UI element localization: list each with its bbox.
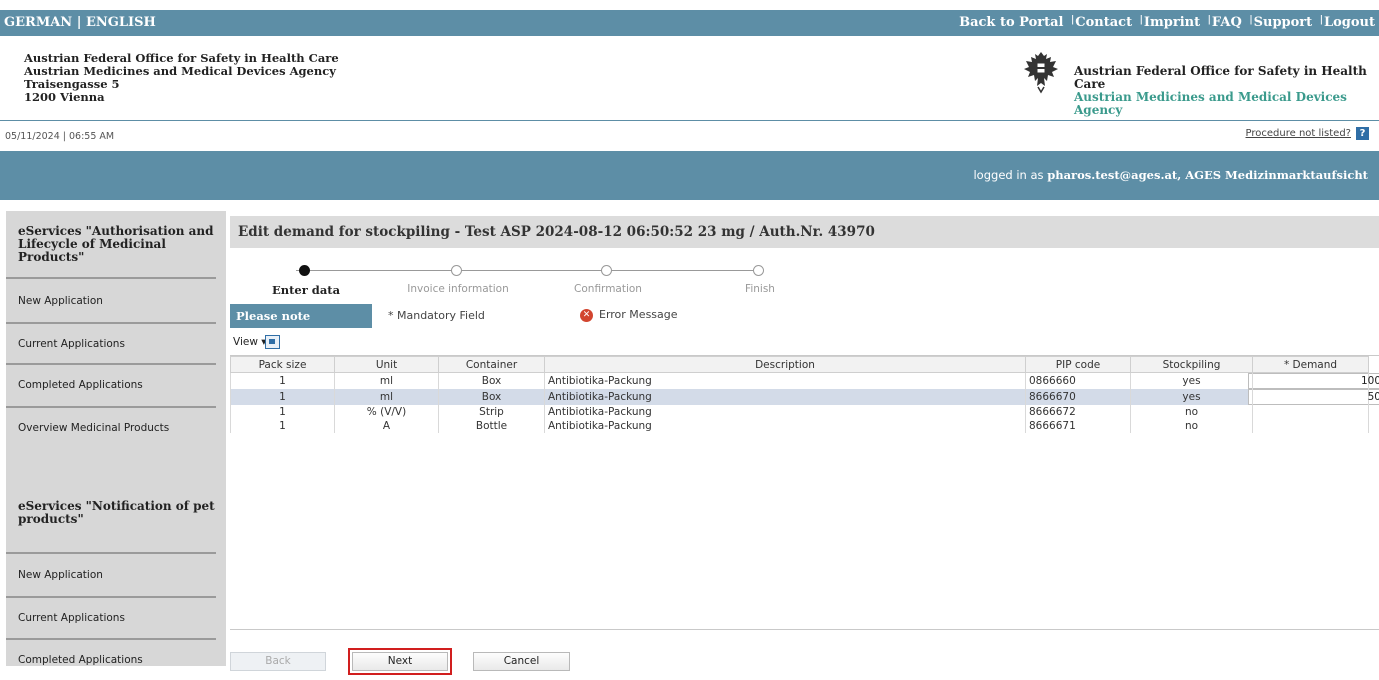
products-table: Pack size Unit Container Description PIP… bbox=[230, 356, 1379, 433]
error-icon: ✕ bbox=[580, 308, 593, 322]
sidebar-item-completed-applications-pet[interactable]: Completed Applications bbox=[6, 640, 220, 680]
sidebar-item-completed-applications[interactable]: Completed Applications bbox=[6, 365, 220, 405]
sidebar-group-pet-products: eServices "Notification of pet products" bbox=[18, 499, 215, 526]
wizard-step-invoice-information: Invoice information bbox=[407, 283, 509, 295]
wizard-step-dot-finish bbox=[753, 265, 764, 276]
page-title: Edit demand for stockpiling - Test ASP 2… bbox=[230, 216, 1379, 248]
wizard-step-enter-data: Enter data bbox=[271, 283, 341, 297]
wizard-step-confirmation: Confirmation bbox=[574, 283, 642, 295]
logged-in-info: logged in as pharos.test@ages.at, AGES M… bbox=[973, 168, 1368, 182]
sidebar-item-overview-medicinal-products[interactable]: Overview Medicinal Products bbox=[6, 408, 220, 448]
demand-cell-empty bbox=[1252, 419, 1369, 433]
mandatory-field-legend: * Mandatory Field bbox=[388, 309, 485, 322]
cancel-button[interactable]: Cancel bbox=[473, 652, 570, 671]
table-row[interactable]: 1 ml Box Antibiotika-Packung 0866660 yes bbox=[230, 372, 1379, 389]
date-row: 05/11/2024 | 06:55 AM Procedure not list… bbox=[0, 121, 1379, 151]
agency-name: Austrian Federal Office for Safety in He… bbox=[1074, 64, 1367, 117]
column-description[interactable]: Description bbox=[544, 356, 1026, 373]
procedure-not-listed-link[interactable]: Procedure not listed? bbox=[1246, 128, 1351, 139]
sidebar-item-new-application-pet[interactable]: New Application bbox=[6, 555, 220, 595]
austrian-eagle-icon bbox=[1024, 52, 1058, 94]
column-stockpiling[interactable]: Stockpiling bbox=[1130, 356, 1253, 373]
main-content: Edit demand for stockpiling - Test ASP 2… bbox=[230, 211, 1379, 675]
wizard-step-dot-enter-data bbox=[299, 265, 310, 276]
link-logout[interactable]: Logout bbox=[1324, 15, 1375, 30]
wizard-step-dot-confirmation bbox=[601, 265, 612, 276]
view-menu-button[interactable]: View ▾ bbox=[233, 336, 267, 348]
top-links: Back to Portal |Contact |Imprint |FAQ |S… bbox=[959, 15, 1375, 30]
products-grid: Pack size Unit Container Description PIP… bbox=[230, 356, 1379, 630]
procedure-not-listed: Procedure not listed?? bbox=[1246, 127, 1369, 140]
note-bar: Please note * Mandatory Field ✕ Error Mes… bbox=[230, 304, 1379, 328]
link-back-to-portal[interactable]: Back to Portal bbox=[959, 15, 1063, 30]
user-banner: logged in as pharos.test@ages.at, AGES M… bbox=[0, 151, 1379, 200]
sidebar-item-current-applications[interactable]: Current Applications bbox=[6, 324, 220, 364]
back-button[interactable]: Back bbox=[230, 652, 326, 671]
link-support[interactable]: Support bbox=[1254, 15, 1313, 30]
error-message-legend: ✕ Error Message bbox=[580, 308, 678, 322]
column-pip-code[interactable]: PIP code bbox=[1025, 356, 1131, 373]
sidebar-group-authorisation: eServices "Authorisation and Lifecycle o… bbox=[18, 224, 214, 264]
export-icon[interactable] bbox=[265, 335, 280, 349]
column-demand[interactable]: * Demand bbox=[1252, 356, 1369, 373]
please-note-label: Please note bbox=[230, 304, 372, 328]
next-button[interactable]: Next bbox=[348, 648, 452, 675]
link-faq[interactable]: FAQ bbox=[1212, 15, 1242, 30]
help-icon[interactable]: ? bbox=[1356, 127, 1369, 140]
table-header-row: Pack size Unit Container Description PIP… bbox=[230, 356, 1369, 373]
page-header: Austrian Federal Office for Safety in He… bbox=[0, 36, 1379, 121]
column-container[interactable]: Container bbox=[438, 356, 545, 373]
column-pack-size[interactable]: Pack size bbox=[230, 356, 335, 373]
table-row[interactable]: 1 ml Box Antibiotika-Packung 8666670 yes bbox=[230, 389, 1379, 405]
link-imprint[interactable]: Imprint bbox=[1144, 15, 1200, 30]
sidebar-item-new-application[interactable]: New Application bbox=[6, 281, 220, 321]
table-row[interactable]: 1 A Bottle Antibiotika-Packung 8666671 n… bbox=[230, 419, 1369, 433]
wizard-step-finish: Finish bbox=[745, 283, 775, 295]
grid-toolbar: View ▾ bbox=[230, 331, 1379, 356]
demand-input[interactable] bbox=[1248, 373, 1379, 389]
link-contact[interactable]: Contact bbox=[1075, 15, 1132, 30]
demand-input[interactable] bbox=[1248, 389, 1379, 405]
column-unit[interactable]: Unit bbox=[334, 356, 439, 373]
office-address: Austrian Federal Office for Safety in He… bbox=[24, 51, 339, 104]
language-switch[interactable]: GERMAN | ENGLISH bbox=[4, 10, 156, 36]
sidebar: eServices "Authorisation and Lifecycle o… bbox=[6, 211, 226, 666]
wizard-step-dot-invoice bbox=[451, 265, 462, 276]
logged-in-user: pharos.test@ages.at, AGES Medizinmarktau… bbox=[1047, 168, 1368, 182]
table-row[interactable]: 1 % (V/V) Strip Antibiotika-Packung 8666… bbox=[230, 405, 1369, 419]
current-datetime: 05/11/2024 | 06:55 AM bbox=[5, 131, 115, 142]
demand-cell-empty bbox=[1252, 405, 1369, 419]
sidebar-item-current-applications-pet[interactable]: Current Applications bbox=[6, 598, 220, 638]
top-bar: GERMAN | ENGLISH Back to Portal |Contact… bbox=[0, 10, 1379, 36]
